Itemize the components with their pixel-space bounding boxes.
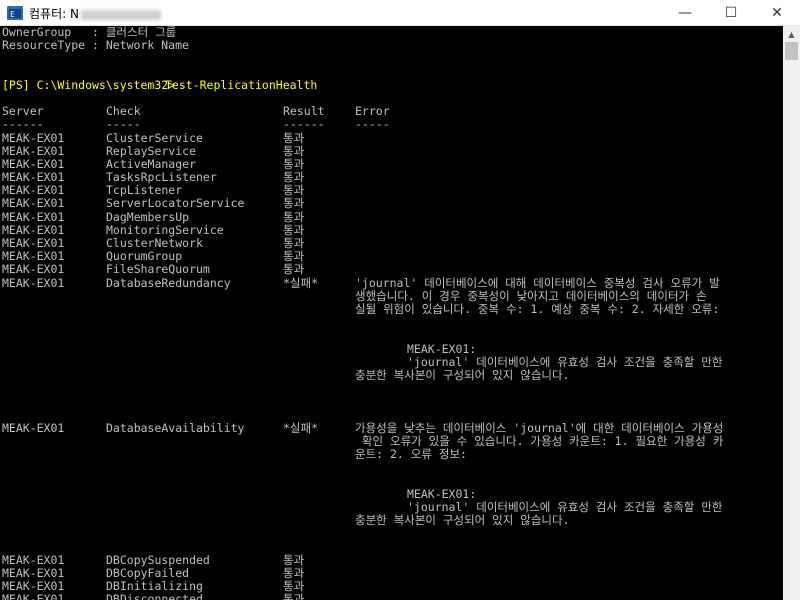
cell-server: MEAK-EX01 — [2, 143, 65, 158]
prompt: [PS] C:\Windows\system32> — [2, 77, 176, 92]
table-row: MEAK-EX01 DBDisconnected 통과 — [0, 592, 783, 600]
cell-check: DBCopySuspended — [106, 552, 210, 567]
minimize-button[interactable]: — — [662, 0, 708, 26]
console-output[interactable]: OwnerGroup : 클러스터 그룹 ResourceType : Netw… — [0, 26, 783, 600]
close-button[interactable]: ✕ — [754, 0, 800, 26]
cell-server: MEAK-EX01 — [2, 262, 65, 277]
cell-result: 통과 — [283, 592, 305, 600]
table-row: MEAK-EX01 ClusterService 통과 — [0, 130, 783, 145]
cell-check: FileShareQuorum — [106, 262, 210, 277]
resource-type-line: ResourceType : Network Name — [2, 38, 189, 53]
redacted-name — [80, 9, 161, 20]
cell-check: ReplayService — [106, 143, 197, 158]
cell-result: 통과 — [283, 552, 305, 567]
cell-server: MEAK-EX01 — [2, 565, 65, 580]
table-row: MEAK-EX01 ReplayService 통과 — [0, 143, 783, 158]
cell-check: ClusterService — [106, 130, 203, 145]
table-row: MEAK-EX01 DagMembersUp 통과 — [0, 209, 783, 224]
cell-check: ServerLocatorService — [106, 196, 245, 211]
table-row: MEAK-EX01 DatabaseRedundancy *실패* 'journ… — [2, 275, 720, 290]
powershell-icon: E — [7, 6, 23, 20]
table-row: MEAK-EX01 DBCopySuspended 통과 — [0, 552, 783, 567]
cell-result: 통과 — [283, 143, 305, 158]
header-underline: ------ ----- ------ ----- — [2, 117, 390, 132]
cell-check: DBCopyFailed — [106, 565, 190, 580]
prompt-line: [PS] C:\Windows\system32> Test-Replicatio… — [0, 77, 783, 92]
table-row: MEAK-EX01 DatabaseAvailability *실패* 가용성을… — [2, 420, 724, 435]
scrollbar-thumb[interactable] — [785, 42, 798, 60]
cell-check: DagMembersUp — [106, 209, 190, 224]
cell-result: 통과 — [283, 262, 305, 277]
table-row: MEAK-EX01 ServerLocatorService 통과 — [0, 197, 783, 210]
cell-server: MEAK-EX01 — [2, 130, 65, 145]
cell-server: MEAK-EX01 — [2, 592, 65, 600]
table-row: MEAK-EX01 FileShareQuorum 통과 — [0, 263, 783, 276]
cell-server: MEAK-EX01 — [2, 196, 65, 211]
cell-result: 통과 — [283, 209, 305, 224]
window-title: 컴퓨터: N — [29, 5, 161, 22]
cell-result: 통과 — [283, 130, 305, 145]
powershell-window: E 컴퓨터: N — ☐ ✕ OwnerGroup : 클러스터 그룹 Reso… — [0, 0, 800, 600]
cell-server: MEAK-EX01 — [2, 552, 65, 567]
vertical-scrollbar[interactable]: ▲ — [783, 26, 800, 600]
cell-server: MEAK-EX01 — [2, 209, 65, 224]
cell-check: DBDisconnected — [106, 592, 203, 600]
svg-text:E: E — [10, 10, 15, 19]
title-bar[interactable]: E 컴퓨터: N — ☐ ✕ — [0, 0, 800, 26]
maximize-button[interactable]: ☐ — [708, 0, 754, 26]
scroll-up-arrow-icon[interactable]: ▲ — [783, 26, 800, 43]
table-row: MEAK-EX01 DBCopyFailed 통과 — [0, 565, 783, 580]
cell-result: 통과 — [283, 196, 305, 211]
cell-result: 통과 — [283, 565, 305, 580]
command: Test-ReplicationHealth — [165, 77, 318, 92]
